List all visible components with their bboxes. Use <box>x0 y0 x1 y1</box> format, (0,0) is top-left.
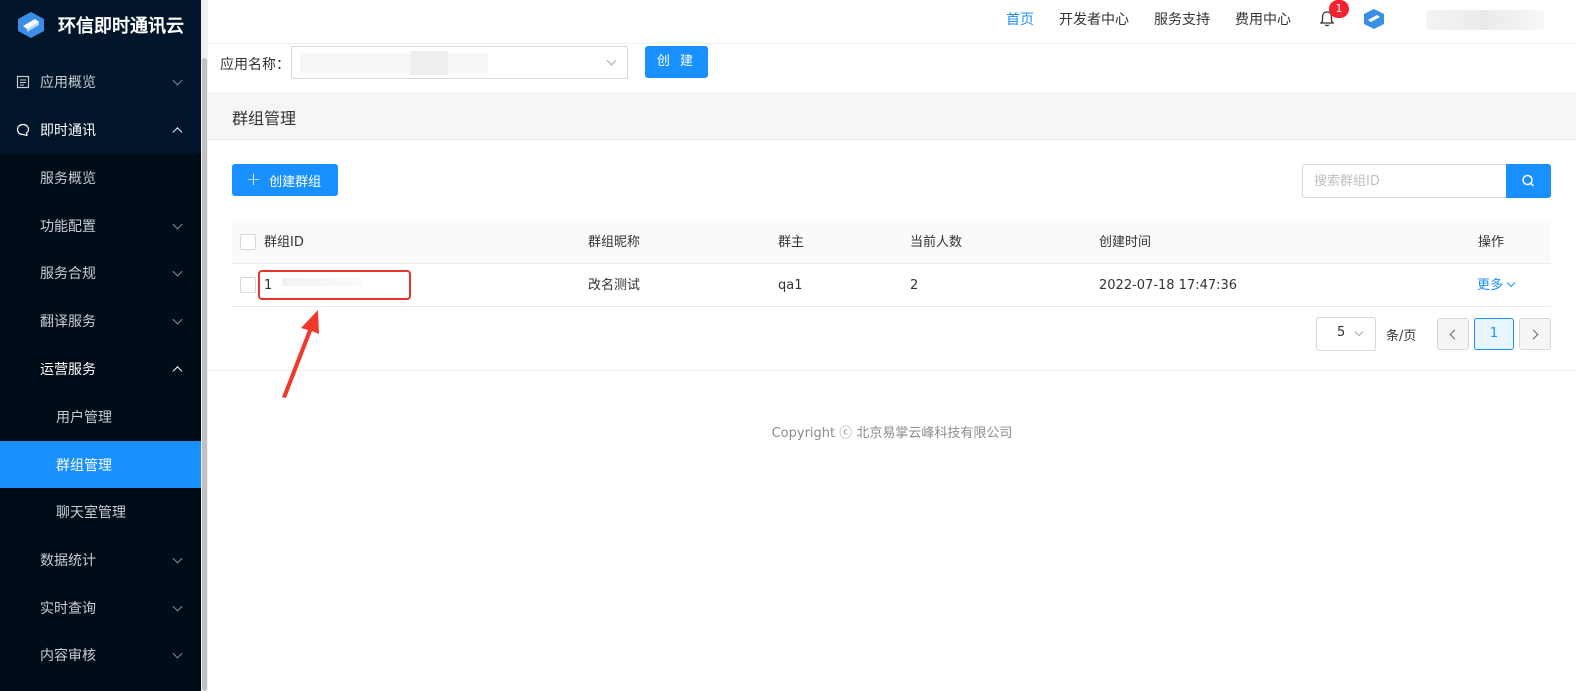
more-actions-link[interactable]: 更多 <box>1477 264 1516 307</box>
nav-support[interactable]: 服务支持 <box>1154 9 1210 29</box>
sidebar-item-operations[interactable]: 运营服务 <box>0 345 201 393</box>
sidebar-item-label: 应用概览 <box>40 75 96 91</box>
prev-page-button[interactable] <box>1437 318 1469 350</box>
create-app-button[interactable]: 创 建 <box>645 46 708 78</box>
user-avatar[interactable] <box>1363 8 1385 30</box>
create-group-button[interactable]: + 创建群组 <box>232 164 338 196</box>
col-member-count[interactable]: 当前人数 <box>910 221 962 264</box>
page-size-select[interactable]: 5 <box>1316 317 1376 351</box>
sidebar-item-chatroom-management[interactable]: 聊天室管理 <box>0 488 201 536</box>
per-page-label: 条/页 <box>1386 329 1417 344</box>
main-content: + 创建群组 群组ID 群组昵称 群主 当前人数 创建时间 操作 1 改名测试 … <box>208 140 1576 691</box>
sidebar-item-label: 内容审核 <box>40 648 96 664</box>
plus-icon: + <box>246 169 262 190</box>
more-label: 更多 <box>1477 278 1504 293</box>
chevron-down-icon <box>172 553 183 564</box>
page-header: 群组管理 <box>208 92 1576 140</box>
sidebar-item-label: 即时通讯 <box>40 123 96 139</box>
scrollbar-thumb[interactable] <box>202 58 207 691</box>
sidebar-item-feature-config[interactable]: 功能配置 <box>0 202 201 250</box>
chat-icon <box>16 123 30 137</box>
nav-developer-center[interactable]: 开发者中心 <box>1059 9 1129 29</box>
create-group-label: 创建群组 <box>269 174 322 190</box>
app-selector-row: 应用名称： 创 建 <box>208 45 1576 91</box>
col-created-time[interactable]: 创建时间 <box>1099 221 1151 264</box>
select-all-checkbox[interactable] <box>240 234 256 250</box>
top-nav: 首页 开发者中心 服务支持 费用中心 1 <box>208 0 1576 44</box>
chevron-down-icon <box>172 648 183 659</box>
sidebar-item-realtime-query[interactable]: 实时查询 <box>0 584 201 632</box>
chevron-right-icon <box>1528 329 1539 340</box>
sidebar-item-im[interactable]: 即时通讯 <box>0 106 201 154</box>
chevron-down-icon <box>172 219 183 230</box>
member-count-cell: 2 <box>910 278 919 293</box>
sidebar-item-service-overview[interactable]: 服务概览 <box>0 154 201 202</box>
col-group-nickname[interactable]: 群组昵称 <box>588 221 640 264</box>
easemob-logo-icon <box>18 12 44 38</box>
annotation-highlight-box <box>258 270 411 300</box>
created-time-cell: 2022-07-18 17:47:36 <box>1099 278 1238 293</box>
brand-name: 环信即时通讯云 <box>58 16 184 37</box>
sidebar-scrollbar[interactable] <box>201 0 208 691</box>
chevron-down-icon <box>1354 327 1364 337</box>
nav-billing[interactable]: 费用中心 <box>1235 9 1291 29</box>
username-redacted[interactable] <box>1426 10 1544 30</box>
search-button[interactable] <box>1506 164 1551 198</box>
chevron-down-icon <box>172 75 183 86</box>
notification-badge: 1 <box>1329 0 1349 18</box>
group-nickname-cell: 改名测试 <box>588 278 641 293</box>
sidebar-item-compliance[interactable]: 服务合规 <box>0 249 201 297</box>
page-number-current[interactable]: 1 <box>1474 318 1514 350</box>
app-select-dropdown[interactable] <box>291 46 628 79</box>
sidebar-item-statistics[interactable]: 数据统计 <box>0 536 201 584</box>
page-size-value: 5 <box>1337 325 1346 340</box>
owner-cell: qa1 <box>778 278 803 293</box>
document-icon <box>16 75 30 89</box>
col-group-id[interactable]: 群组ID <box>264 221 304 264</box>
sidebar: 环信即时通讯云 应用概览 即时通讯 服务概览 功能配置 服务合规 翻译服务 运营… <box>0 0 201 691</box>
search-group-input[interactable] <box>1302 164 1506 198</box>
sidebar-item-label: 群组管理 <box>56 458 112 474</box>
col-owner[interactable]: 群主 <box>778 221 804 264</box>
nav-home[interactable]: 首页 <box>1006 9 1034 29</box>
brand-logo[interactable]: 环信即时通讯云 <box>0 0 201 50</box>
sidebar-item-user-management[interactable]: 用户管理 <box>0 393 201 441</box>
groups-table: 群组ID 群组昵称 群主 当前人数 创建时间 操作 1 改名测试 qa1 2 2… <box>232 221 1551 307</box>
row-checkbox[interactable] <box>240 277 256 293</box>
sidebar-item-label: 运营服务 <box>40 362 96 378</box>
chevron-down-icon <box>1506 278 1516 288</box>
sidebar-item-content-moderation[interactable]: 内容审核 <box>0 631 201 679</box>
nav-links: 首页 开发者中心 服务支持 费用中心 <box>1006 0 1316 38</box>
table-row: 1 改名测试 qa1 2 2022-07-18 17:47:36 更多 <box>232 264 1551 307</box>
sidebar-item-label: 功能配置 <box>40 219 96 235</box>
divider <box>208 370 1576 371</box>
sidebar-item-label: 翻译服务 <box>40 314 96 330</box>
copyright: Copyright ⓒ 北京易掌云峰科技有限公司 <box>771 426 1013 441</box>
chevron-up-icon <box>172 366 183 377</box>
table-header: 群组ID 群组昵称 群主 当前人数 创建时间 操作 <box>232 221 1551 264</box>
chevron-down-icon <box>172 266 183 277</box>
annotation-arrow-icon <box>282 310 319 398</box>
chevron-up-icon <box>172 127 183 138</box>
sidebar-item-label: 聊天室管理 <box>56 505 126 521</box>
sidebar-item-group-management[interactable]: 群组管理 <box>0 441 201 489</box>
page-title: 群组管理 <box>232 109 297 128</box>
sidebar-item-label: 数据统计 <box>40 553 96 569</box>
search-icon <box>1522 174 1535 187</box>
sidebar-item-app-overview[interactable]: 应用概览 <box>0 58 201 106</box>
next-page-button[interactable] <box>1519 318 1551 350</box>
chevron-down-icon <box>172 601 183 612</box>
app-name-label: 应用名称： <box>220 57 290 73</box>
col-actions: 操作 <box>1478 235 1505 250</box>
chevron-down-icon <box>606 55 617 66</box>
sidebar-item-label: 用户管理 <box>56 410 112 426</box>
chevron-down-icon <box>172 314 183 325</box>
sidebar-item-label: 实时查询 <box>40 601 96 617</box>
sidebar-item-label: 服务合规 <box>40 266 96 282</box>
sidebar-item-translation[interactable]: 翻译服务 <box>0 297 201 345</box>
chevron-left-icon <box>1449 329 1460 340</box>
sidebar-item-label: 服务概览 <box>40 171 96 187</box>
